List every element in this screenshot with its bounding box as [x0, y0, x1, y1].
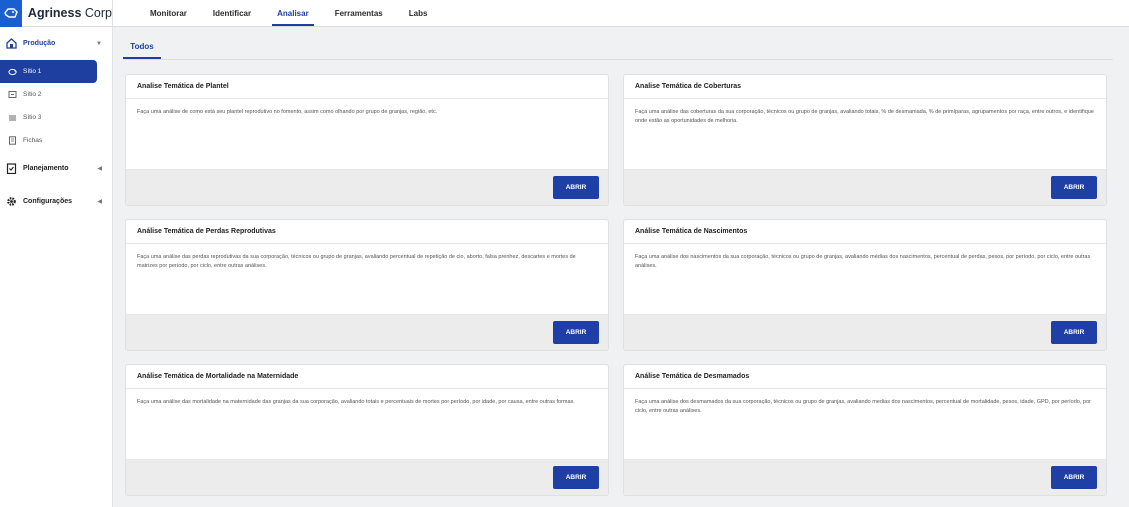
sidebar-item-label: Sítio 2 — [23, 91, 42, 98]
card-footer: ABRIR — [126, 169, 608, 205]
abrir-button[interactable]: ABRIR — [1051, 466, 1097, 489]
card-desmamados: Análise Temática de Desmamados Faça uma … — [623, 364, 1107, 496]
card-description: Faça uma análise dos desmamados da sua c… — [635, 399, 1091, 415]
barn-icon — [8, 113, 17, 122]
chevron-left-icon: ◀ — [97, 166, 102, 172]
sidebar-item-fichas[interactable]: Fichas — [0, 129, 112, 152]
abrir-button[interactable]: ABRIR — [1051, 176, 1097, 199]
card-perdas-reprodutivas: Análise Temática de Perdas Reprodutivas … — [125, 219, 609, 351]
nav-monitorar[interactable]: Monitorar — [137, 0, 200, 26]
sidebar: Produção ▼ Sítio 1 Sítio 2 Sítio 3 Ficha… — [0, 27, 113, 507]
card-title: Análise Temática de Perdas Reprodutivas — [126, 220, 608, 244]
card-mortalidade-maternidade: Análise Temática de Mortalidade na Mater… — [125, 364, 609, 496]
nav-labs[interactable]: Labs — [396, 0, 441, 26]
card-footer: ABRIR — [126, 314, 608, 350]
document-icon — [8, 136, 17, 145]
sidebar-group-label: Configurações — [23, 198, 73, 205]
sidebar-group-configuracoes[interactable]: Configurações ◀ — [0, 185, 112, 218]
top-bar: Agriness Corp Monitorar Identificar Anal… — [0, 0, 1129, 27]
card-description: Faça uma análise das coberturas da sua c… — [635, 109, 1094, 125]
card-description: Faça uma análise das perdas reprodutivas… — [137, 254, 576, 270]
chevron-down-icon: ▼ — [96, 40, 102, 47]
card-title: Analise Temática de Plantel — [126, 75, 608, 99]
pig-icon — [8, 90, 17, 99]
gear-icon — [6, 196, 17, 207]
sidebar-item-label: Sítio 1 — [23, 68, 42, 75]
card-title: Análise Temática de Desmamados — [624, 365, 1106, 389]
nav-identificar[interactable]: Identificar — [200, 0, 264, 26]
card-description: Faça uma análise das mortalidade na mate… — [137, 399, 575, 405]
abrir-button[interactable]: ABRIR — [553, 466, 599, 489]
abrir-button[interactable]: ABRIR — [553, 321, 599, 344]
card-title: Análise Temática de Mortalidade na Mater… — [126, 365, 608, 389]
sidebar-group-label: Produção — [23, 40, 56, 47]
card-coberturas: Analise Temática de Coberturas Faça uma … — [623, 74, 1107, 206]
brand[interactable]: Agriness Corp — [0, 0, 113, 27]
card-footer: ABRIR — [624, 169, 1106, 205]
card-footer: ABRIR — [624, 314, 1106, 350]
sidebar-group-producao[interactable]: Produção ▼ — [0, 27, 112, 60]
sidebar-group-label: Planejamento — [23, 165, 69, 172]
nav-analisar[interactable]: Analisar — [264, 0, 322, 26]
sidebar-item-label: Fichas — [23, 137, 43, 144]
nav-ferramentas[interactable]: Ferramentas — [322, 0, 396, 26]
sidebar-group-planejamento[interactable]: Planejamento ◀ — [0, 152, 112, 185]
tab-todos[interactable]: Todos — [123, 36, 161, 59]
farm-icon — [6, 38, 17, 49]
sidebar-item-sitio-3[interactable]: Sítio 3 — [0, 106, 112, 129]
tab-strip: Todos — [123, 36, 161, 59]
sidebar-item-sitio-2[interactable]: Sítio 2 — [0, 83, 112, 106]
divider — [123, 59, 1113, 60]
card-title: Analise Temática de Coberturas — [624, 75, 1106, 99]
card-footer: ABRIR — [126, 459, 608, 495]
clipboard-icon — [6, 163, 17, 174]
card-nascimentos: Análise Temática de Nascimentos Faça uma… — [623, 219, 1107, 351]
card-plantel: Analise Temática de Plantel Faça uma aná… — [125, 74, 609, 206]
abrir-button[interactable]: ABRIR — [1051, 321, 1097, 344]
top-nav: Monitorar Identificar Analisar Ferrament… — [113, 0, 440, 26]
chevron-left-icon: ◀ — [97, 199, 102, 205]
card-description: Faça uma análise de como está seu plante… — [137, 109, 438, 115]
abrir-button[interactable]: ABRIR — [553, 176, 599, 199]
card-description: Faça uma análise dos nascimentos da sua … — [635, 254, 1091, 270]
card-title: Análise Temática de Nascimentos — [624, 220, 1106, 244]
card-footer: ABRIR — [624, 459, 1106, 495]
pig-icon — [8, 67, 17, 76]
brand-name: Agriness Corp — [27, 6, 112, 20]
sidebar-item-label: Sítio 3 — [23, 114, 42, 121]
logo-icon — [0, 0, 22, 27]
sidebar-item-sitio-1[interactable]: Sítio 1 — [0, 60, 97, 83]
